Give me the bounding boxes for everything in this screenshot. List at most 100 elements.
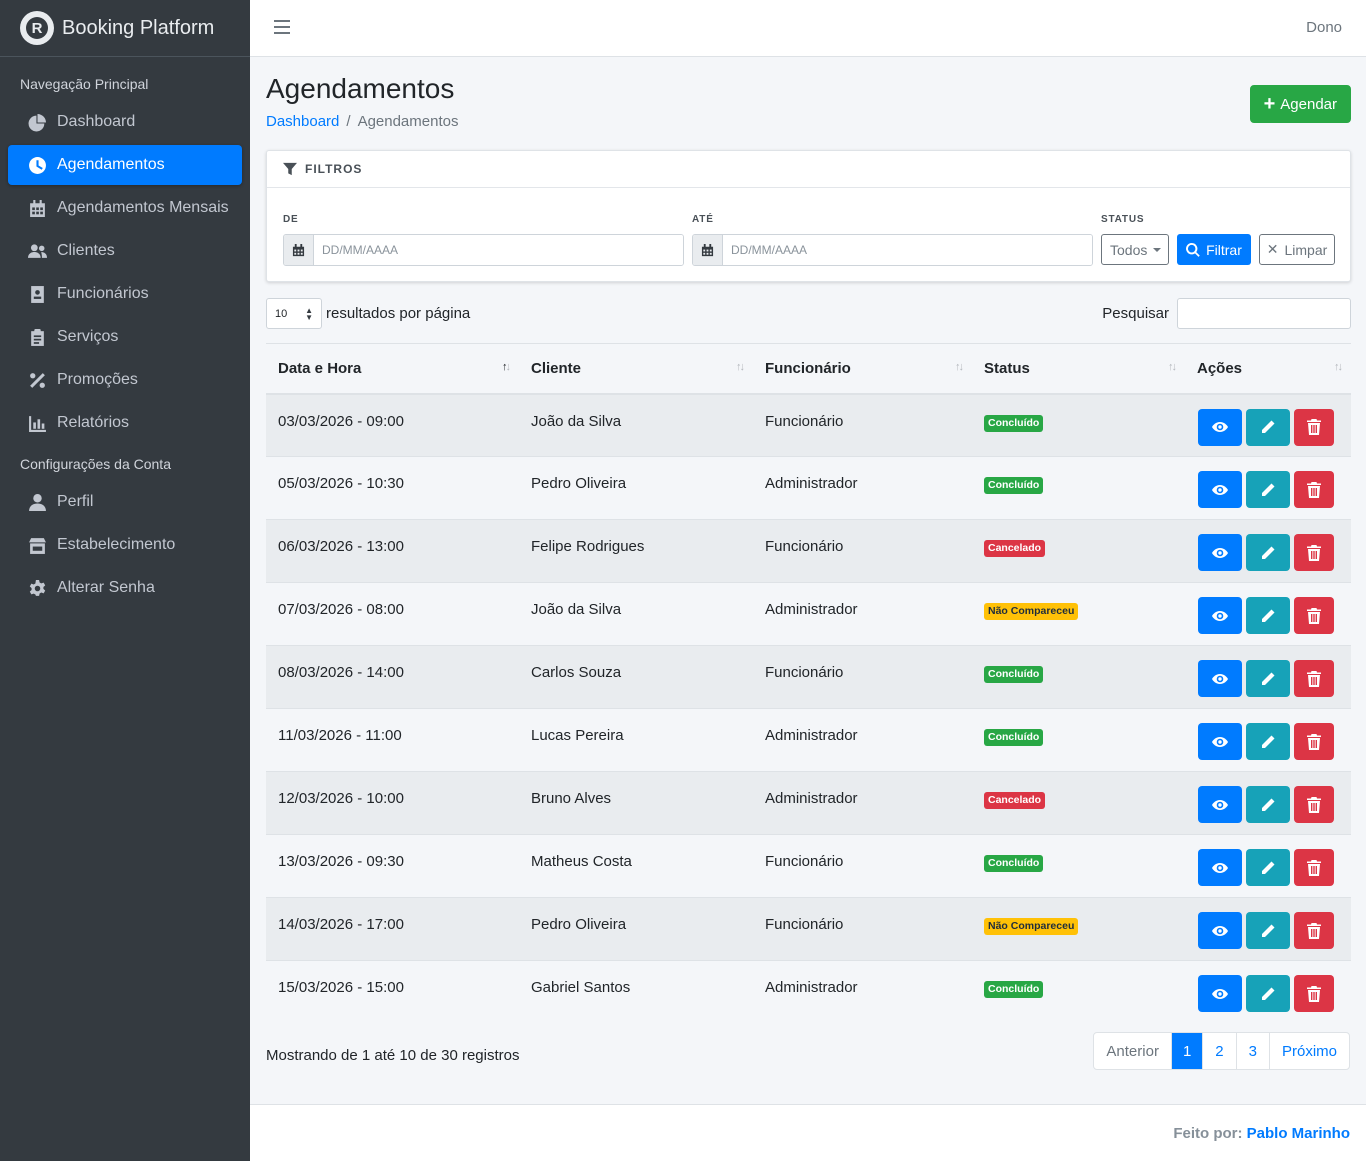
cell-employee: Administrador xyxy=(765,790,858,807)
cell-status: Concluído xyxy=(972,961,1185,1024)
filter-button[interactable]: Filtrar xyxy=(1177,234,1251,265)
id-badge-icon xyxy=(26,283,48,305)
column-header-employee[interactable]: Funcionário ↑↓ xyxy=(753,344,972,394)
from-label: DE xyxy=(283,214,299,225)
status-select[interactable]: Todos xyxy=(1101,234,1169,265)
delete-button[interactable] xyxy=(1294,408,1334,446)
brand[interactable]: R Booking Platform xyxy=(0,0,250,57)
pagination-page-1[interactable]: 1 xyxy=(1170,1033,1203,1069)
edit-button[interactable] xyxy=(1246,912,1290,949)
sidebar-item-agendamentos-mensais[interactable]: Agendamentos Mensais xyxy=(8,188,242,228)
cell-actions xyxy=(1185,898,1351,961)
cell-actions xyxy=(1185,835,1351,898)
status-badge: Cancelado xyxy=(984,540,1046,557)
view-button[interactable] xyxy=(1198,912,1242,949)
edit-button[interactable] xyxy=(1246,408,1290,446)
cell-status: Concluído xyxy=(972,709,1185,772)
edit-button[interactable] xyxy=(1246,534,1290,571)
eye-icon xyxy=(1212,545,1228,561)
edit-button[interactable] xyxy=(1246,471,1290,508)
delete-button[interactable] xyxy=(1294,975,1334,1012)
sidebar-item-dashboard[interactable]: Dashboard xyxy=(8,102,242,142)
view-button[interactable] xyxy=(1198,471,1242,508)
table-row: 03/03/2026 - 09:00 João da Silva Funcionár… xyxy=(266,393,1351,457)
clock-icon xyxy=(26,154,48,176)
search-input[interactable] xyxy=(1177,298,1351,329)
sidebar-item-perfil[interactable]: Perfil xyxy=(8,482,242,522)
pagination-prev[interactable]: Anterior xyxy=(1094,1033,1171,1069)
edit-button[interactable] xyxy=(1246,597,1290,634)
delete-button[interactable] xyxy=(1294,534,1334,571)
pagination-next[interactable]: Próximo xyxy=(1268,1033,1349,1069)
delete-button[interactable] xyxy=(1294,471,1334,508)
edit-button[interactable] xyxy=(1246,786,1290,823)
column-header-actions[interactable]: Ações ↑↓ xyxy=(1185,344,1351,394)
cell-datetime: 12/03/2026 - 10:00 xyxy=(278,790,404,807)
to-label: ATÉ xyxy=(692,214,714,225)
delete-button[interactable] xyxy=(1294,849,1334,886)
delete-button[interactable] xyxy=(1294,912,1334,949)
cell-datetime: 03/03/2026 - 09:00 xyxy=(278,412,404,430)
cell-status: Não Compareceu xyxy=(972,898,1185,961)
view-button[interactable] xyxy=(1198,660,1242,697)
footer-author-link[interactable]: Pablo Marinho xyxy=(1247,1125,1350,1142)
cell-client: Gabriel Santos xyxy=(531,979,631,996)
sidebar-item-estabelecimento[interactable]: Estabelecimento xyxy=(8,525,242,565)
from-date-input[interactable] xyxy=(314,235,683,265)
cell-status: Concluído xyxy=(972,646,1185,709)
view-button[interactable] xyxy=(1198,723,1242,760)
table-row: 15/03/2026 - 15:00 Gabriel Santos Administ… xyxy=(266,960,1351,1024)
view-button[interactable] xyxy=(1198,849,1242,886)
sidebar-item-promocoes[interactable]: Promoções xyxy=(8,360,242,400)
eye-icon xyxy=(1212,860,1228,876)
cell-datetime: 05/03/2026 - 10:30 xyxy=(278,475,404,492)
sort-icon: ↑↓ xyxy=(1334,361,1343,373)
cell-datetime: 15/03/2026 - 15:00 xyxy=(278,979,404,996)
cell-status: Concluído xyxy=(972,394,1185,457)
pagination-page-3[interactable]: 3 xyxy=(1235,1033,1269,1069)
pagination-page-2[interactable]: 2 xyxy=(1202,1033,1235,1069)
sidebar-item-funcionarios[interactable]: Funcionários xyxy=(8,274,242,314)
gear-icon xyxy=(26,577,48,599)
trash-icon xyxy=(1306,670,1322,687)
page-length-label: resultados por página xyxy=(326,305,471,322)
brand-logo-icon: R xyxy=(20,11,54,45)
column-header-status[interactable]: Status ↑↓ xyxy=(972,344,1185,394)
view-button[interactable] xyxy=(1198,408,1242,446)
page-length-select[interactable]: 10 ▲ ▼ xyxy=(266,298,322,329)
column-header-datetime[interactable]: Data e Hora ↑↓ xyxy=(266,344,519,394)
view-button[interactable] xyxy=(1198,534,1242,571)
menu-toggle-icon[interactable] xyxy=(274,20,290,34)
breadcrumb-home-link[interactable]: Dashboard xyxy=(266,113,339,130)
edit-button[interactable] xyxy=(1246,849,1290,886)
sidebar-item-label: Funcionários xyxy=(57,285,149,302)
sidebar-item-servicos[interactable]: Serviços xyxy=(8,317,242,357)
user-menu[interactable]: Dono xyxy=(1306,19,1342,36)
calendar-icon[interactable] xyxy=(693,235,723,265)
sidebar-item-clientes[interactable]: Clientes xyxy=(8,231,242,271)
view-button[interactable] xyxy=(1198,975,1242,1012)
to-date-input[interactable] xyxy=(723,235,1092,265)
view-button[interactable] xyxy=(1198,597,1242,634)
delete-button[interactable] xyxy=(1294,660,1334,697)
sort-icon: ↑↓ xyxy=(736,361,745,373)
delete-button[interactable] xyxy=(1294,723,1334,760)
edit-button[interactable] xyxy=(1246,975,1290,1012)
cell-datetime: 14/03/2026 - 17:00 xyxy=(278,916,404,933)
breadcrumb-separator: / xyxy=(346,113,351,130)
calendar-icon[interactable] xyxy=(284,235,314,265)
delete-button[interactable] xyxy=(1294,786,1334,823)
cell-status: Concluído xyxy=(972,835,1185,898)
add-appointment-button[interactable]: + Agendar xyxy=(1249,85,1351,123)
breadcrumb: Dashboard / Agendamentos xyxy=(266,113,458,130)
sidebar-item-relatorios[interactable]: Relatórios xyxy=(8,403,242,443)
view-button[interactable] xyxy=(1198,786,1242,823)
column-header-client[interactable]: Cliente ↑↓ xyxy=(519,344,753,394)
pagination: Anterior 1 2 3 Próximo xyxy=(1093,1032,1350,1070)
sidebar-item-alterar-senha[interactable]: Alterar Senha xyxy=(8,568,242,608)
sidebar-item-agendamentos[interactable]: Agendamentos xyxy=(8,145,242,185)
delete-button[interactable] xyxy=(1294,597,1334,634)
edit-button[interactable] xyxy=(1246,660,1290,697)
clear-button[interactable]: ✕ Limpar xyxy=(1259,234,1335,265)
edit-button[interactable] xyxy=(1246,723,1290,760)
